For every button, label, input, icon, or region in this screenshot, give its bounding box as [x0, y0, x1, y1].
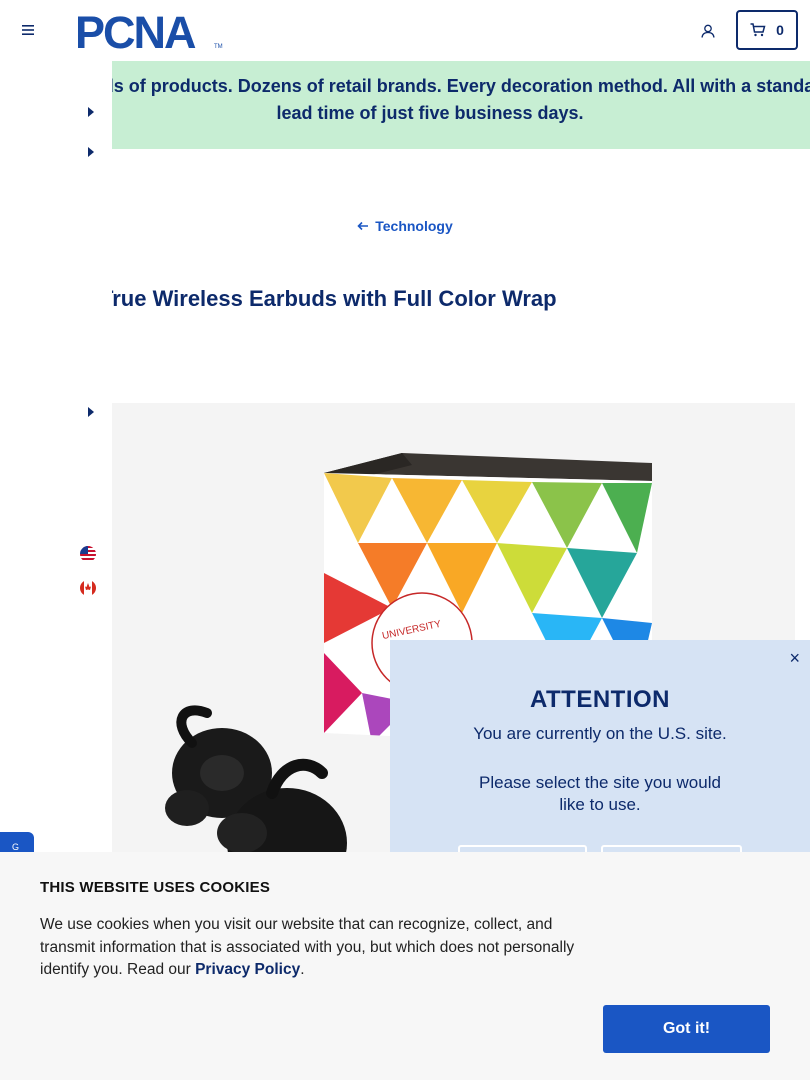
arrow-left-icon — [357, 221, 369, 231]
cart-count: 0 — [776, 22, 784, 38]
site-header: PCNA TM 0 — [0, 0, 810, 61]
canada-flag-icon[interactable] — [80, 580, 96, 596]
cookie-body-text: We use cookies when you visit our websit… — [40, 916, 575, 978]
site-selection-modal: × ATTENTION You are currently on the U.S… — [390, 640, 810, 885]
cookie-body: We use cookies when you visit our websit… — [40, 914, 610, 982]
pcna-logo-image: PCNA TM — [75, 7, 223, 58]
promo-text: Thousands of products. Dozens of retail … — [27, 76, 810, 123]
caret-right-icon[interactable] — [86, 146, 96, 158]
cookie-title: THIS WEBSITE USES COOKIES — [40, 879, 271, 896]
cookie-body-end: . — [300, 961, 305, 978]
close-icon[interactable]: × — [789, 648, 800, 669]
modal-current-site-text: You are currently on the U.S. site. — [473, 724, 727, 743]
caret-right-icon[interactable] — [86, 406, 96, 418]
svg-text:TM: TM — [214, 44, 223, 50]
product-title: True Wireless Earbuds with Full Color Wr… — [100, 286, 557, 311]
user-icon — [701, 24, 715, 38]
logo-text: PCNA — [75, 10, 196, 52]
modal-select-site-text: Please select the site you would like to… — [479, 773, 721, 814]
privacy-policy-link[interactable]: Privacy Policy — [195, 961, 300, 978]
got-it-button[interactable]: Got it! — [603, 1005, 770, 1053]
breadcrumb-label: Technology — [375, 218, 453, 234]
breadcrumb-back-link[interactable]: Technology — [357, 218, 453, 234]
account-button[interactable] — [696, 19, 720, 43]
breadcrumb: Technology — [0, 218, 810, 234]
modal-heading: ATTENTION — [529, 686, 671, 713]
cookie-banner: THIS WEBSITE USES COOKIES We use cookies… — [0, 852, 810, 1080]
pcna-logo[interactable]: PCNA TM — [75, 7, 225, 58]
hamburger-menu-button[interactable] — [18, 20, 38, 40]
caret-right-icon[interactable] — [86, 106, 96, 118]
hamburger-icon — [22, 25, 34, 35]
feedback-tab-label: G — [12, 842, 20, 852]
us-flag-icon[interactable] — [80, 546, 96, 562]
promo-banner: Thousands of products. Dozens of retail … — [0, 61, 810, 149]
cart-button[interactable]: 0 — [736, 10, 798, 50]
cart-icon — [750, 23, 766, 37]
